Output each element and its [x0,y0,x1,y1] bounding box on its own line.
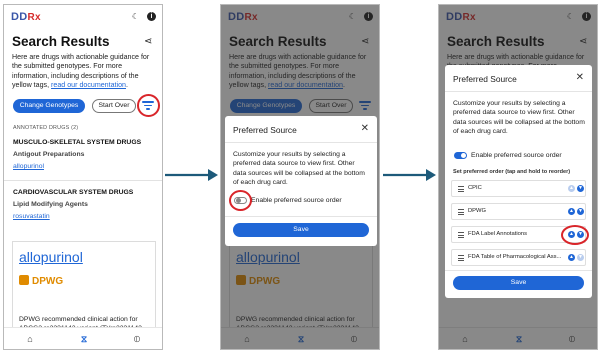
arrow-down-icon[interactable]: ▼ [577,185,584,192]
source-label: CPIC [468,185,482,191]
arrow-down-icon[interactable]: ▼ [577,254,584,261]
arrow-up-icon[interactable]: ▲ [568,208,575,215]
app-header: DDRx ☾ i [4,5,162,29]
source-badge: DPWG [19,275,63,287]
toggle-knob [461,153,466,158]
highlight-circle [229,190,252,211]
save-button[interactable]: Save [453,276,584,290]
preferred-source-toggle[interactable] [454,152,467,159]
drag-handle-icon[interactable] [458,186,464,192]
arrow-up-icon[interactable]: ▲ [568,254,575,261]
dna-icon[interactable]: ⧖ [78,333,90,345]
category-heading: MUSCULO-SKELETAL SYSTEM DRUGS [13,139,142,146]
ddrx-logo[interactable]: DDRx [11,11,41,23]
arrow-down-icon[interactable]: ▼ [577,208,584,215]
source-row-dpwg[interactable]: DPWG ▲ ▼ [451,203,586,220]
share-icon[interactable]: ⋖ [144,36,152,47]
save-button[interactable]: Save [233,223,369,237]
highlight-circle [137,94,160,117]
flow-arrow-1 [165,169,218,181]
bottom-nav: ⌂ ⧖ ⦶ [4,327,162,349]
drug-card-title[interactable]: allopurinol [19,249,83,265]
modal-divider [225,142,377,143]
page-title: Search Results [12,34,110,49]
source-row-cpic[interactable]: CPIC ▲ ▼ [451,180,586,197]
source-row-fda-table[interactable]: FDA Table of Pharmacological Ass... ▲ ▼ [451,249,586,266]
divider [4,180,162,181]
drag-handle-icon[interactable] [458,255,464,261]
source-label: FDA Label Annotations [468,231,527,237]
documentation-link[interactable]: read our documentation [51,81,126,89]
modal-description: Customize your results by selecting a pr… [233,151,365,187]
annotated-drugs-label: ANNOTATED DRUGS (2) [13,125,79,131]
drag-handle-icon[interactable] [458,209,464,215]
logo-rx: Rx [27,12,41,23]
preferred-source-screen-on: DDRx ☾ i Search Results ⋖ Here are drugs… [438,4,598,350]
search-results-screen: DDRx ☾ i Search Results ⋖ Here are drugs… [3,4,163,350]
toggle-label: Enable preferred source order [251,197,342,204]
preferred-source-screen-off: DDRx ☾ i Search Results ⋖ Here are drugs… [220,4,380,350]
modal-divider [445,91,592,92]
pills-icon[interactable]: ⦶ [131,333,143,345]
order-instructions: Set preferred order (tap and hold to reo… [453,169,571,175]
change-genotypes-button[interactable]: Change Genotypes [13,99,85,113]
modal-title: Preferred Source [233,125,297,135]
drug-link-allopurinol[interactable]: allopurinol [13,163,44,170]
source-label: DPWG [468,208,487,214]
modal-divider [225,216,377,217]
category-heading: CARDIOVASCULAR SYSTEM DRUGS [13,189,134,196]
description-end: . [125,81,128,90]
source-label: DPWG [32,276,64,287]
close-icon[interactable]: ✕ [576,72,584,83]
arrow-up-icon[interactable]: ▲ [568,185,575,192]
moon-icon[interactable]: ☾ [131,12,140,21]
page-description: Here are drugs with actionable guidance … [12,53,158,91]
home-icon[interactable]: ⌂ [24,333,36,345]
source-label: FDA Table of Pharmacological Ass... [468,254,562,260]
drag-handle-icon[interactable] [458,232,464,238]
highlight-circle [561,225,589,245]
toggle-label: Enable preferred source order [471,152,562,159]
logo-main: DD [11,11,28,23]
start-over-button[interactable]: Start Over [92,99,136,113]
preferred-source-modal: Preferred Source ✕ Customize your result… [225,116,377,246]
drug-link-rosuvastatin[interactable]: rosuvastatin [13,213,50,220]
subcategory-heading: Lipid Modifying Agents [13,201,88,208]
close-icon[interactable]: ✕ [361,123,369,134]
modal-title: Preferred Source [453,74,517,84]
preferred-source-modal: Preferred Source ✕ Customize your result… [445,65,592,298]
modal-divider [445,270,592,271]
subcategory-heading: Antigout Preparations [13,151,85,158]
modal-description: Customize your results by selecting a pr… [453,100,585,136]
info-icon[interactable]: i [147,12,156,21]
flow-arrow-2 [383,169,436,181]
dpwg-source-icon [19,275,29,285]
